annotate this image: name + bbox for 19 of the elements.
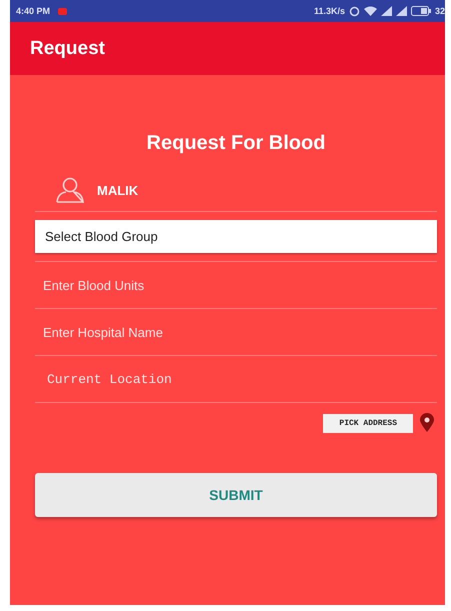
signal-icon [380, 6, 392, 16]
user-icon [55, 177, 85, 203]
notification-icon [58, 8, 68, 14]
location-pin-icon[interactable] [419, 413, 435, 433]
alarm-icon [348, 6, 360, 16]
status-time: 4:40 PM [16, 6, 50, 16]
form-heading: Request For Blood [146, 132, 326, 155]
user-name: MALIK [97, 182, 138, 198]
wifi-icon [364, 6, 377, 16]
battery-level: 32 [434, 6, 445, 16]
battery-icon [410, 6, 431, 16]
network-speed: 11.3K/s [314, 6, 345, 16]
input-field[interactable]: Enter Hospital Name [35, 309, 437, 356]
pick-address-button[interactable]: PICK ADDRESS [323, 414, 413, 432]
app-bar-title: Request [30, 38, 105, 60]
input-field[interactable]: Enter Blood Units [35, 262, 437, 309]
input-field[interactable]: Current Location [35, 356, 437, 403]
signal-icon [396, 6, 407, 16]
blood-group-dropdown[interactable]: Select Blood Group [35, 220, 437, 253]
